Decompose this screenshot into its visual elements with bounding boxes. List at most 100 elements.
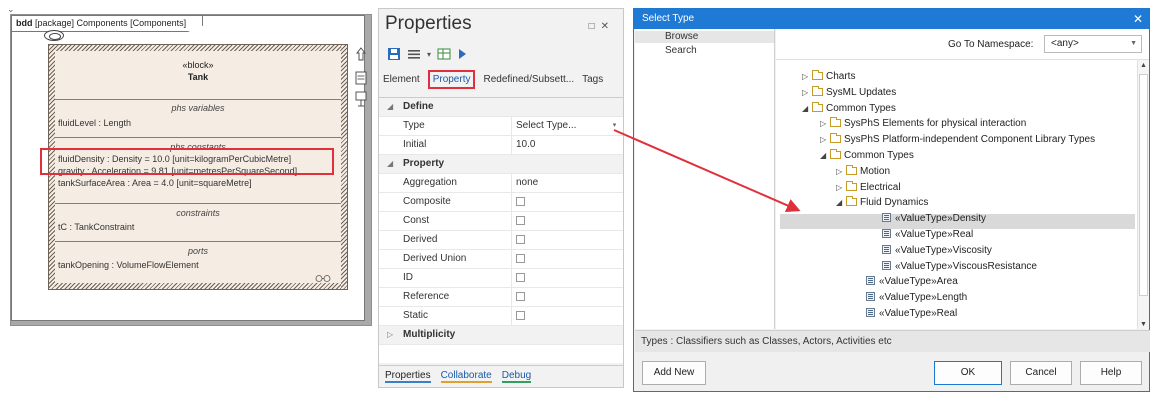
tree-folder[interactable]: ▷ SysPhS Elements for physical interactio… [820, 116, 1026, 131]
tree-folder[interactable]: ▷ SysPhS Platform-independent Component L… [820, 132, 1095, 147]
row-label: Reference [403, 291, 450, 302]
tab-tags[interactable]: Tags [582, 74, 603, 85]
tree-item-label: «ValueType»Real [895, 229, 974, 240]
derived-union-value [511, 250, 623, 268]
tree-folder[interactable]: ◢ Common Types [820, 148, 914, 163]
cancel-button[interactable]: Cancel [1010, 361, 1072, 385]
composite-checkbox[interactable] [516, 196, 525, 206]
folder-icon [846, 180, 857, 191]
help-button[interactable]: Help [1080, 361, 1142, 385]
tree-valuetype[interactable]: «ValueType»Real [872, 227, 973, 242]
row-reference[interactable]: Reference [379, 288, 623, 307]
aggregation-value[interactable]: none [511, 174, 623, 192]
type-dropdown-icon[interactable]: ▾ [610, 121, 619, 130]
derived-checkbox[interactable] [516, 234, 525, 244]
id-checkbox[interactable] [516, 272, 525, 282]
tree-valuetype[interactable]: «ValueType»Area [856, 274, 958, 289]
tree-valuetype[interactable]: «ValueType»Viscosity [872, 243, 992, 258]
row-label: ID [403, 272, 413, 283]
block-hatch-right [341, 45, 347, 289]
play-icon[interactable] [457, 47, 467, 61]
namespace-bar: Go To Namespace: <any> ▼ [776, 29, 1149, 59]
tree-item-label: Charts [826, 71, 856, 82]
row-id[interactable]: ID [379, 269, 623, 288]
grid-icon[interactable] [437, 47, 451, 61]
tree-item-label: «ValueType»Area [879, 276, 958, 288]
group-define[interactable]: ◢ Define [379, 98, 623, 117]
attribute-row[interactable]: tankOpening : VolumeFlowElement [55, 259, 341, 271]
tab-properties[interactable]: Properties [385, 370, 431, 383]
port-icon [315, 275, 331, 282]
add-new-button[interactable]: Add New [642, 361, 706, 385]
tree-folder[interactable]: ▷ Motion [836, 164, 890, 179]
tab-redefined-subsetted[interactable]: Redefined/Subsett... [483, 74, 574, 85]
diagram-canvas[interactable]: bdd [package] Components [Components] «b… [10, 14, 372, 326]
tab-property[interactable]: Property [427, 69, 476, 89]
tab-collaborate[interactable]: Collaborate [440, 370, 492, 383]
scroll-thumb[interactable] [1139, 74, 1148, 296]
attribute-row[interactable]: tankSurfaceArea : Area = 4.0 [unit=squar… [55, 177, 341, 189]
block-hatch-bottom [49, 283, 347, 289]
scroll-down-icon[interactable]: ▼ [1140, 321, 1147, 328]
attribute-row[interactable]: tC : TankConstraint [55, 221, 341, 233]
tree-folder[interactable]: ▷ Electrical [836, 180, 901, 195]
row-initial[interactable]: Initial 10.0 [379, 136, 623, 155]
list-icon[interactable] [407, 47, 421, 61]
expand-icon: ▷ [387, 330, 394, 339]
row-static[interactable]: Static [379, 307, 623, 326]
folder-icon [846, 196, 857, 207]
row-composite[interactable]: Composite [379, 193, 623, 212]
save-icon[interactable] [387, 47, 401, 61]
tree-valuetype[interactable]: «ValueType»Real [856, 306, 957, 321]
group-property[interactable]: ◢ Property [379, 155, 623, 174]
row-type[interactable]: Type Select Type... ▾ [379, 117, 623, 136]
close-icon[interactable]: ✕ [601, 21, 615, 32]
initial-value[interactable]: 10.0 [511, 136, 623, 154]
maximize-icon[interactable]: □ [589, 21, 601, 32]
attribute-row[interactable]: fluidLevel : Length [55, 117, 341, 129]
tree-folder[interactable]: ◢ Fluid Dynamics [836, 195, 928, 210]
expand-icon[interactable]: ▷ [820, 132, 830, 147]
type-value-text: Select Type... [516, 120, 577, 131]
group-multiplicity[interactable]: ▷ Multiplicity [379, 326, 623, 345]
collapse-icon[interactable]: ◢ [802, 101, 812, 116]
tree-valuetype[interactable]: «ValueType»Length [856, 290, 967, 305]
close-icon[interactable]: ✕ [1133, 9, 1143, 29]
dialog-mode-list: Browse Search [635, 29, 775, 329]
tree-folder[interactable]: ◢ Common Types [802, 101, 896, 116]
tree-folder[interactable]: ▷ SysML Updates [802, 85, 896, 100]
collapse-icon[interactable]: ◢ [836, 195, 846, 210]
tab-debug[interactable]: Debug [501, 370, 532, 383]
const-checkbox[interactable] [516, 215, 525, 225]
tree-valuetype[interactable]: «ValueType»Density [872, 211, 986, 226]
expand-icon[interactable]: ▷ [802, 85, 812, 100]
mode-browse[interactable]: Browse [635, 31, 774, 43]
row-aggregation[interactable]: Aggregation none [379, 174, 623, 193]
folder-icon [812, 85, 823, 96]
expand-icon[interactable]: ▷ [802, 69, 812, 84]
dialog-titlebar[interactable]: Select Type ✕ [634, 9, 1149, 29]
tree-folder[interactable]: ▷ Charts [802, 69, 855, 84]
derived-union-checkbox[interactable] [516, 253, 525, 263]
row-derived-union[interactable]: Derived Union [379, 250, 623, 269]
dropdown-icon[interactable]: ▾ [427, 50, 431, 59]
tree-item-label: Electrical [860, 181, 901, 193]
mode-search[interactable]: Search [635, 45, 774, 57]
row-derived[interactable]: Derived [379, 231, 623, 250]
tree-valuetype[interactable]: «ValueType»ViscousResistance [872, 259, 1037, 274]
quicklinker-icons[interactable] [354, 46, 368, 116]
expand-icon[interactable]: ▷ [820, 116, 830, 131]
namespace-select[interactable]: <any> ▼ [1044, 35, 1142, 53]
expand-icon[interactable]: ▷ [836, 164, 846, 179]
scroll-up-icon[interactable]: ▲ [1140, 62, 1147, 69]
reference-checkbox[interactable] [516, 291, 525, 301]
type-value[interactable]: Select Type... ▾ [511, 117, 623, 135]
expand-icon[interactable]: ▷ [836, 180, 846, 195]
collapse-icon[interactable]: ◢ [820, 148, 830, 163]
row-const[interactable]: Const [379, 212, 623, 231]
ok-button[interactable]: OK [934, 361, 1002, 385]
tree-scrollbar[interactable]: ▲ ▼ [1137, 60, 1149, 329]
tab-element[interactable]: Element [383, 74, 420, 85]
static-checkbox[interactable] [516, 310, 525, 320]
tree-item-label: SysML Updates [826, 86, 897, 98]
